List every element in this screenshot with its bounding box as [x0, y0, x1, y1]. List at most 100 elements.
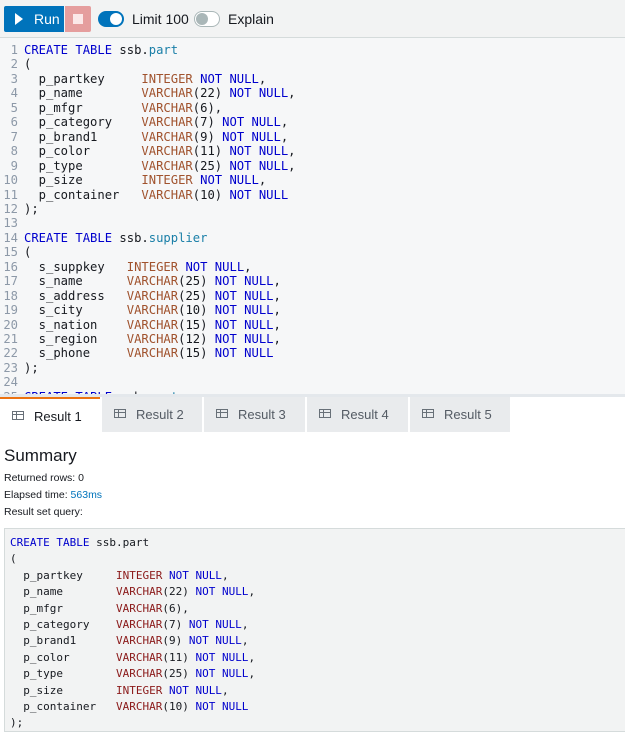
code-text: s_nation VARCHAR(15) NOT NULL, [24, 317, 281, 332]
limit-toggle[interactable] [98, 11, 124, 27]
code-text: ( [24, 57, 32, 72]
code-text: ); [24, 201, 39, 216]
run-button[interactable]: Run [4, 6, 64, 32]
code-text: s_address VARCHAR(25) NOT NULL, [24, 288, 281, 303]
sql-editor[interactable]: 1 CREATE TABLE ssb.part 2(3 p_partkey INTE… [0, 38, 625, 394]
tab-label: Result 5 [444, 407, 492, 422]
line-number: 20 [3, 317, 18, 332]
code-text: p_size INTEGER NOT NULL, [24, 173, 267, 188]
editor-line: 8 p_color VARCHAR(11) NOT NULL, [0, 144, 625, 158]
elapsed-time-label: Elapsed time: [4, 489, 71, 501]
editor-line: 17 s_name VARCHAR(25) NOT NULL, [0, 274, 625, 288]
editor-line: 21 s_region VARCHAR(12) NOT NULL, [0, 332, 625, 346]
query-line: p_name VARCHAR(22) NOT NULL, [10, 585, 256, 599]
returned-rows: Returned rows: 0 [4, 472, 84, 484]
tab-label: Result 2 [136, 407, 184, 422]
line-number: 18 [3, 288, 18, 303]
query-line: p_brand1 VARCHAR(9) NOT NULL, [10, 634, 249, 648]
editor-line: 3 p_partkey INTEGER NOT NULL, [0, 72, 625, 86]
returned-rows-value: 0 [78, 472, 84, 484]
editor-line: 13 [0, 216, 625, 230]
tab-result-4[interactable]: Result 4 [307, 397, 408, 432]
editor-line: 23); [0, 361, 625, 375]
line-number: 21 [3, 332, 18, 346]
query-line: p_type VARCHAR(25) NOT NULL, [10, 667, 256, 681]
elapsed-time: Elapsed time: 563ms [4, 489, 102, 501]
line-number: 15 [3, 245, 18, 260]
editor-line: 1 CREATE TABLE ssb.part [0, 43, 625, 57]
code-text: s_region VARCHAR(12) NOT NULL, [24, 332, 281, 346]
editor-line: 10 p_size INTEGER NOT NULL, [0, 173, 625, 187]
line-number: 11 [3, 187, 18, 202]
explain-label: Explain [228, 11, 274, 27]
tab-result-5[interactable]: Result 5 [410, 397, 510, 432]
code-text: s_name VARCHAR(25) NOT NULL, [24, 274, 281, 289]
line-number: 5 [10, 100, 18, 115]
code-text: CREATE TABLE ssb.part [24, 43, 179, 57]
line-number: 14 [3, 230, 18, 245]
editor-line: 24 [0, 375, 625, 389]
code-text: s_phone VARCHAR(15) NOT NULL [24, 346, 274, 361]
summary-title: Summary [4, 446, 77, 465]
code-text: ( [24, 245, 32, 260]
tab-result-1[interactable]: Result 1 [0, 397, 100, 432]
editor-line: 7 p_brand1 VARCHAR(9) NOT NULL, [0, 130, 625, 144]
stop-button[interactable] [65, 6, 91, 32]
query-line: ( [10, 552, 17, 566]
line-number: 7 [10, 129, 18, 144]
limit-label: Limit 100 [132, 11, 189, 27]
code-text: p_mfgr VARCHAR(6), [24, 100, 223, 115]
line-number: 22 [3, 346, 18, 361]
query-line: p_mfgr VARCHAR(6), [10, 601, 189, 615]
line-number: 17 [3, 274, 18, 289]
line-number: 2 [10, 57, 18, 72]
code-text: CREATE TABLE ssb.supplier [24, 230, 208, 245]
line-number: 24 [3, 375, 18, 390]
editor-line: 12); [0, 202, 625, 216]
line-number: 9 [10, 158, 18, 173]
line-number: 16 [3, 259, 18, 274]
play-icon [15, 13, 23, 25]
query-line: p_partkey INTEGER NOT NULL, [10, 568, 229, 582]
table-icon [319, 409, 331, 418]
tab-label: Result 4 [341, 407, 389, 422]
query-toolbar: Run Limit 100 Explain [0, 0, 625, 38]
code-text: s_suppkey INTEGER NOT NULL, [24, 259, 252, 274]
table-icon [216, 409, 228, 418]
editor-line: 14 CREATE TABLE ssb.supplier [0, 231, 625, 245]
tab-label: Result 1 [34, 409, 82, 424]
table-icon [12, 411, 24, 420]
query-line: ); [10, 716, 24, 730]
query-line: CREATE TABLE ssb.part [10, 536, 150, 549]
line-number: 3 [10, 71, 18, 86]
code-text: p_category VARCHAR(7) NOT NULL, [24, 115, 289, 130]
stop-icon [73, 14, 83, 24]
elapsed-time-value: 563ms [70, 489, 103, 501]
tab-result-2[interactable]: Result 2 [102, 397, 202, 432]
editor-line: 9 p_type VARCHAR(25) NOT NULL, [0, 159, 625, 173]
line-number: 13 [3, 216, 18, 231]
explain-toggle[interactable] [194, 11, 220, 27]
line-number: 23 [3, 360, 18, 375]
line-number: 10 [3, 173, 18, 188]
tab-result-3[interactable]: Result 3 [204, 397, 305, 432]
result-set-query-label: Result set query: [4, 506, 83, 518]
editor-line: 2( [0, 57, 625, 71]
editor-line: 6 p_category VARCHAR(7) NOT NULL, [0, 115, 625, 129]
editor-line: 20 s_nation VARCHAR(15) NOT NULL, [0, 318, 625, 332]
line-number: 12 [3, 201, 18, 216]
editor-line: 18 s_address VARCHAR(25) NOT NULL, [0, 289, 625, 303]
run-label: Run [34, 11, 60, 27]
table-icon [422, 409, 434, 418]
line-number: 19 [3, 303, 18, 318]
result-tabs: Result 1 Result 2 Result 3 Result 4 Result 5 [0, 397, 625, 433]
toggle-knob [196, 13, 208, 25]
code-text: p_color VARCHAR(11) NOT NULL, [24, 144, 296, 159]
line-number: 4 [10, 86, 18, 101]
query-line: p_category VARCHAR(7) NOT NULL, [10, 618, 249, 631]
editor-line: 15 ( [0, 245, 625, 259]
line-number: 1 [10, 43, 18, 57]
code-text: p_name VARCHAR(22) NOT NULL, [24, 86, 296, 101]
tab-label: Result 3 [238, 407, 286, 422]
editor-line: 11 p_container VARCHAR(10) NOT NULL [0, 188, 625, 202]
